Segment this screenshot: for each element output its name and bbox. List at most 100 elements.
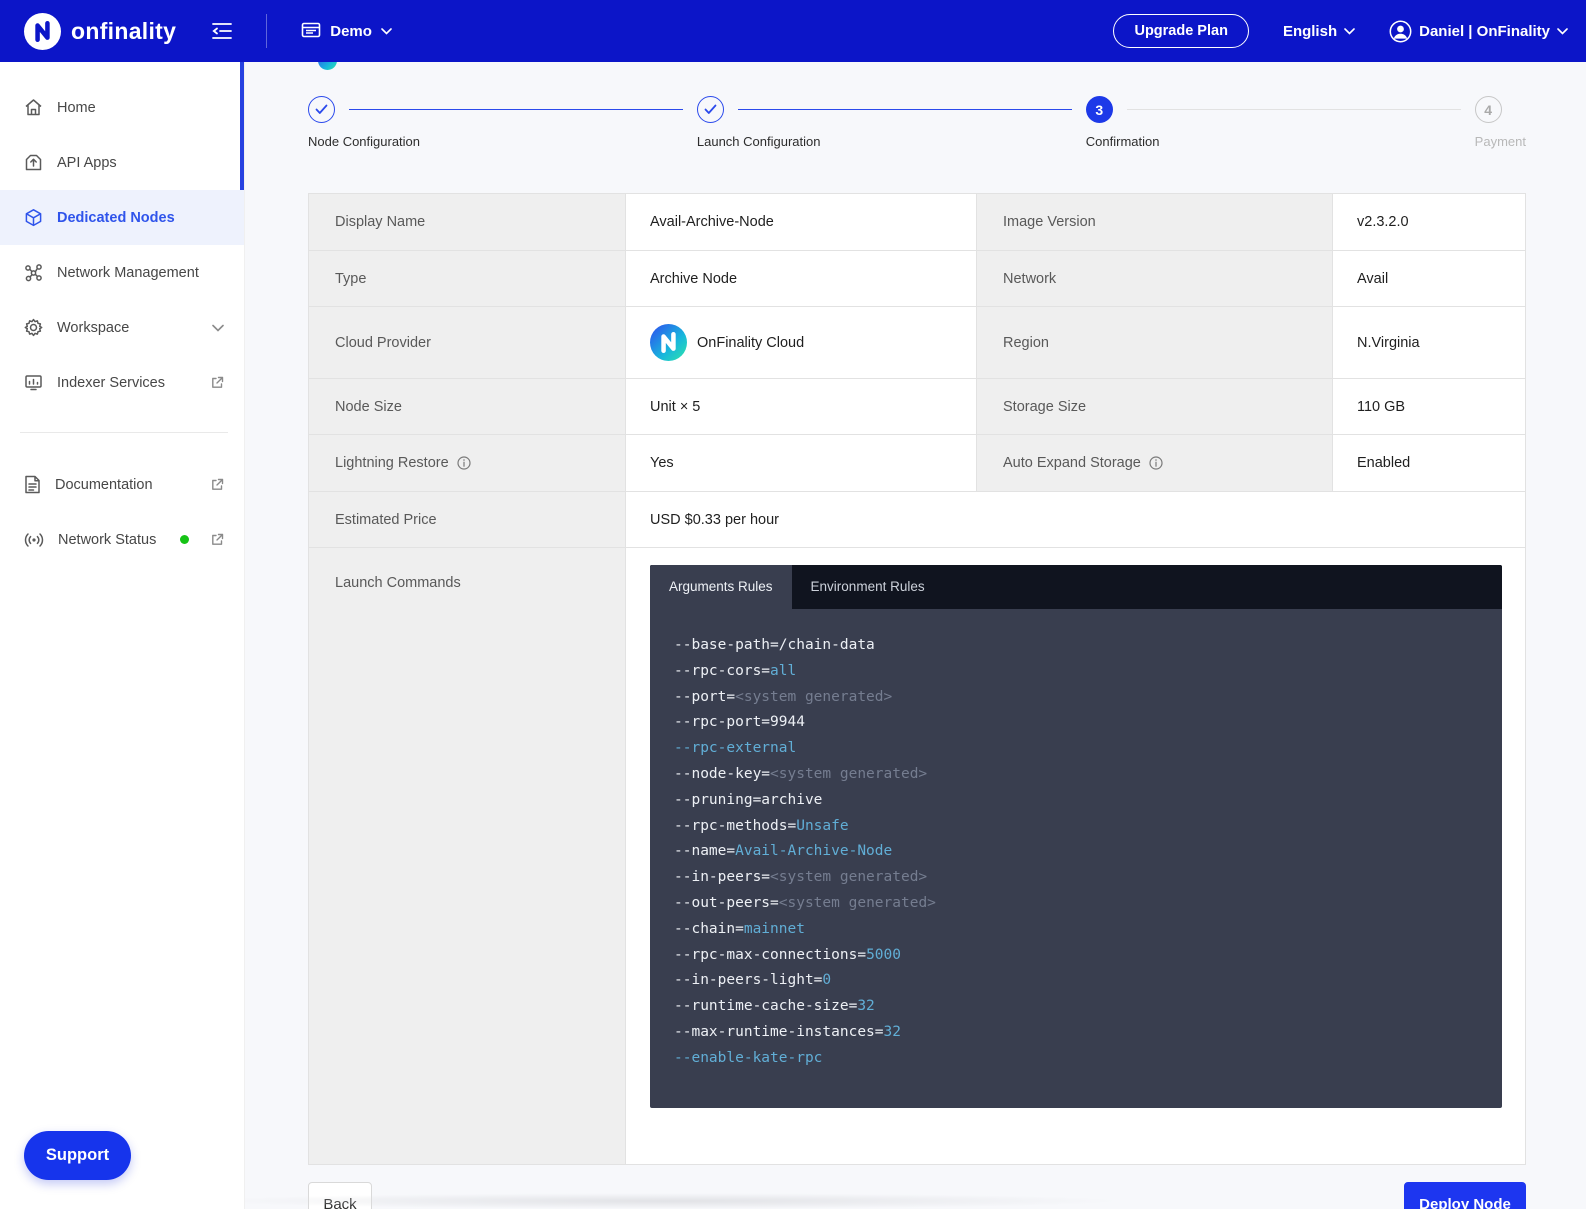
step-check-icon bbox=[697, 96, 724, 123]
code-line: --max-runtime-instances=32 bbox=[674, 1020, 1478, 1046]
sidebar-item-documentation[interactable]: Documentation bbox=[0, 457, 244, 512]
tab-environment-rules[interactable]: Environment Rules bbox=[792, 565, 944, 609]
arguments-code-block[interactable]: --base-path=/chain-data--rpc-cors=all--p… bbox=[650, 609, 1502, 1108]
onfinality-logo-icon bbox=[24, 13, 61, 50]
sidebar-item-label: Workspace bbox=[57, 320, 129, 336]
sidebar-item-label: Network Management bbox=[57, 265, 199, 281]
image-version-label: Image Version bbox=[977, 194, 1333, 251]
step-label: Confirmation bbox=[1086, 134, 1475, 149]
step-payment[interactable]: 4 Payment bbox=[1475, 96, 1526, 149]
code-line: --node-key=<system generated> bbox=[674, 762, 1478, 788]
node-size-value: Unit × 5 bbox=[626, 379, 977, 435]
lightning-restore-label: Lightning Restore bbox=[309, 435, 626, 492]
workspace-switcher[interactable]: Demo bbox=[301, 22, 392, 40]
node-size-label: Node Size bbox=[309, 379, 626, 435]
confirmation-summary-table: Display Name Avail-Archive-Node Image Ve… bbox=[308, 193, 1526, 1165]
code-line: --in-peers=<system generated> bbox=[674, 865, 1478, 891]
type-value: Archive Node bbox=[626, 251, 977, 307]
table-row: Lightning Restore Yes Auto Expand Storag… bbox=[309, 435, 1526, 492]
code-line: --chain=mainnet bbox=[674, 917, 1478, 943]
step-label: Launch Configuration bbox=[697, 134, 1086, 149]
cloud-provider-value: OnFinality Cloud bbox=[626, 307, 977, 379]
estimated-price-value: USD $0.33 per hour bbox=[626, 492, 1526, 548]
upgrade-plan-button[interactable]: Upgrade Plan bbox=[1113, 14, 1248, 48]
sidebar-item-label: Indexer Services bbox=[57, 375, 165, 391]
sidebar-item-workspace[interactable]: Workspace bbox=[0, 300, 244, 355]
code-line: --in-peers-light=0 bbox=[674, 968, 1478, 994]
table-row: Cloud Provider OnFinality Cloud Region N… bbox=[309, 307, 1526, 379]
gear-icon bbox=[24, 318, 43, 337]
code-line: --runtime-cache-size=32 bbox=[674, 994, 1478, 1020]
sidebar-item-network-status[interactable]: Network Status bbox=[0, 512, 244, 567]
step-launch-configuration[interactable]: Launch Configuration bbox=[697, 96, 1086, 149]
chevron-down-icon bbox=[1344, 28, 1355, 35]
table-row: Estimated Price USD $0.33 per hour bbox=[309, 492, 1526, 548]
auto-expand-storage-value: Enabled bbox=[1333, 435, 1526, 492]
step-confirmation[interactable]: 3 Confirmation bbox=[1086, 96, 1475, 149]
sidebar-divider bbox=[20, 432, 228, 433]
lightning-restore-value: Yes bbox=[626, 435, 977, 492]
chevron-down-icon bbox=[212, 324, 224, 332]
network-logo-icon bbox=[318, 62, 337, 70]
status-dot bbox=[180, 535, 189, 544]
top-navigation-bar: onfinality Demo Upgrade Plan English bbox=[0, 0, 1586, 62]
step-number: 3 bbox=[1086, 96, 1113, 123]
brand[interactable]: onfinality bbox=[0, 13, 176, 50]
code-line: --pruning=archive bbox=[674, 788, 1478, 814]
step-label: Node Configuration bbox=[308, 134, 697, 149]
launch-commands-cell: Arguments Rules Environment Rules --base… bbox=[626, 548, 1526, 1165]
sidebar-collapse-icon[interactable] bbox=[212, 22, 232, 40]
code-line: --out-peers=<system generated> bbox=[674, 891, 1478, 917]
code-line: --rpc-external bbox=[674, 736, 1478, 762]
sidebar-item-label: Network Status bbox=[58, 532, 156, 548]
step-label: Payment bbox=[1475, 134, 1526, 149]
external-link-icon bbox=[211, 478, 224, 491]
display-name-value: Avail-Archive-Node bbox=[626, 194, 977, 251]
user-name: Daniel | OnFinality bbox=[1419, 23, 1550, 40]
region-value: N.Virginia bbox=[1333, 307, 1526, 379]
onfinality-cloud-logo-icon bbox=[650, 324, 687, 361]
network-value: Avail bbox=[1333, 251, 1526, 307]
code-line: --name=Avail-Archive-Node bbox=[674, 839, 1478, 865]
sidebar-item-api-apps[interactable]: API Apps bbox=[0, 135, 244, 190]
table-row: Node Size Unit × 5 Storage Size 110 GB bbox=[309, 379, 1526, 435]
workspace-icon bbox=[301, 22, 321, 40]
step-node-configuration[interactable]: Node Configuration bbox=[308, 96, 697, 149]
cloud-provider-name: OnFinality Cloud bbox=[697, 335, 804, 351]
main-content: Node Configuration Launch Configuration … bbox=[245, 62, 1586, 1209]
info-icon[interactable] bbox=[457, 456, 471, 470]
back-button[interactable]: Back bbox=[308, 1182, 372, 1209]
network-label: Network bbox=[977, 251, 1333, 307]
wizard-footer-actions: Back Deploy Node bbox=[308, 1182, 1526, 1209]
support-button[interactable]: Support bbox=[24, 1131, 131, 1180]
code-line: --rpc-cors=all bbox=[674, 659, 1478, 685]
sidebar-item-label: Documentation bbox=[55, 477, 153, 493]
launch-commands-tabs: Arguments Rules Environment Rules bbox=[650, 565, 1502, 609]
deploy-node-button[interactable]: Deploy Node bbox=[1404, 1182, 1526, 1209]
network-management-icon bbox=[24, 263, 43, 282]
language-switcher[interactable]: English bbox=[1283, 23, 1355, 40]
info-icon[interactable] bbox=[1149, 456, 1163, 470]
avatar-icon bbox=[1389, 20, 1412, 43]
type-label: Type bbox=[309, 251, 626, 307]
network-status-icon bbox=[24, 532, 44, 548]
sidebar-item-indexer-services[interactable]: Indexer Services bbox=[0, 355, 244, 410]
sidebar-item-dedicated-nodes[interactable]: Dedicated Nodes bbox=[0, 190, 244, 245]
indexer-services-icon bbox=[24, 373, 43, 392]
code-line: --rpc-max-connections=5000 bbox=[674, 943, 1478, 969]
estimated-price-label: Estimated Price bbox=[309, 492, 626, 548]
region-label: Region bbox=[977, 307, 1333, 379]
brand-name: onfinality bbox=[71, 18, 176, 45]
sidebar-item-network-management[interactable]: Network Management bbox=[0, 245, 244, 300]
sidebar: Home API Apps Dedicated Nodes Ne bbox=[0, 62, 245, 1209]
tab-arguments-rules[interactable]: Arguments Rules bbox=[650, 565, 792, 609]
step-number: 4 bbox=[1475, 96, 1502, 123]
storage-size-label: Storage Size bbox=[977, 379, 1333, 435]
external-link-icon bbox=[211, 376, 224, 389]
external-link-icon bbox=[211, 533, 224, 546]
storage-size-value: 110 GB bbox=[1333, 379, 1526, 435]
display-name-label: Display Name bbox=[309, 194, 626, 251]
user-menu[interactable]: Daniel | OnFinality bbox=[1389, 20, 1568, 43]
page-title-cutoff bbox=[308, 62, 1526, 72]
sidebar-item-home[interactable]: Home bbox=[0, 80, 244, 135]
